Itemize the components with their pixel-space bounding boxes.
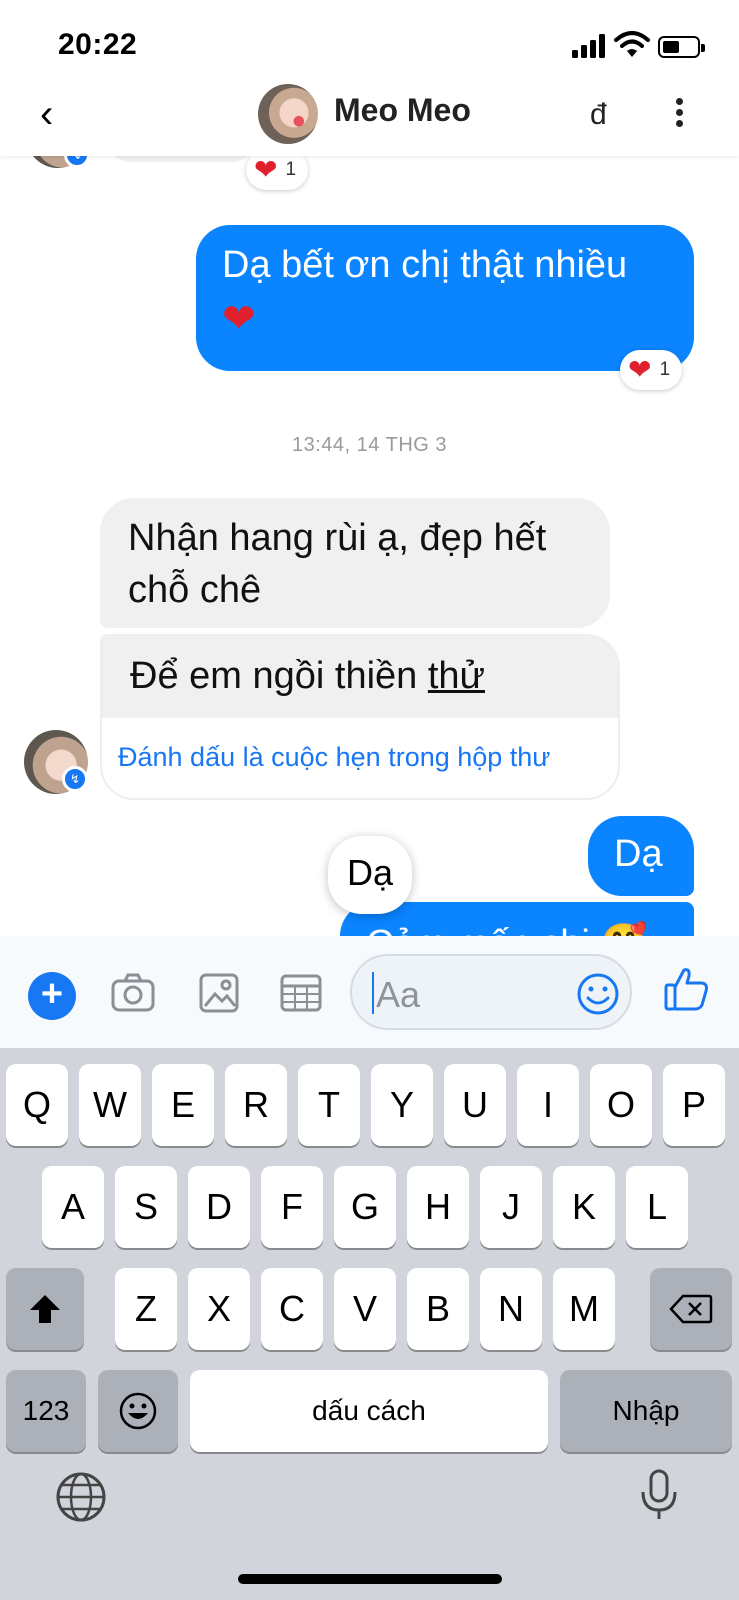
contact-avatar[interactable]	[258, 84, 318, 144]
emoji-icon	[119, 1392, 157, 1430]
key-o[interactable]: O	[590, 1064, 652, 1146]
incoming-message-bubble[interactable]: Để em ngồi thiền thử Đánh dấu là cuộc hẹ…	[100, 634, 620, 800]
key-n[interactable]: N	[480, 1268, 542, 1350]
message-list[interactable]: ↯ ❤ 1 Dạ bết ơn chị thật nhiều ❤ ❤ 1 13:…	[0, 156, 739, 936]
shift-key[interactable]	[6, 1268, 84, 1350]
backspace-icon	[669, 1294, 713, 1324]
key-b[interactable]: B	[407, 1268, 469, 1350]
underlined-word[interactable]: thử	[428, 655, 485, 697]
shift-icon	[30, 1295, 60, 1323]
key-c[interactable]: C	[261, 1268, 323, 1350]
previous-message-bubble[interactable]	[106, 156, 256, 162]
messenger-badge-icon: ↯	[62, 766, 88, 792]
key-z[interactable]: Z	[115, 1268, 177, 1350]
call-icon[interactable]: đ	[590, 98, 607, 132]
backspace-key[interactable]	[650, 1268, 732, 1350]
space-key[interactable]: dấu cách	[190, 1370, 548, 1452]
reaction-count: 1	[285, 159, 297, 180]
globe-icon[interactable]	[54, 1470, 108, 1524]
message-emoji: ❤	[222, 297, 256, 341]
floating-reply-bubble[interactable]: Dạ	[328, 836, 412, 914]
key-g[interactable]: G	[334, 1166, 396, 1248]
reaction-count: 1	[659, 359, 671, 380]
return-key[interactable]: Nhập	[560, 1370, 732, 1452]
key-k[interactable]: K	[553, 1166, 615, 1248]
key-h[interactable]: H	[407, 1166, 469, 1248]
key-q[interactable]: Q	[6, 1064, 68, 1146]
key-y[interactable]: Y	[371, 1064, 433, 1146]
message-text: Cảm mến chị 🥰	[366, 923, 648, 936]
key-d[interactable]: D	[188, 1166, 250, 1248]
message-text-line1: Nhận hang rùi ạ, đẹp hết	[128, 517, 547, 559]
camera-icon[interactable]	[110, 970, 156, 1016]
image-icon[interactable]	[196, 970, 242, 1016]
calendar-icon[interactable]	[278, 970, 324, 1016]
battery-icon	[658, 36, 705, 58]
heart-icon: ❤	[254, 156, 278, 185]
thumbs-up-icon[interactable]	[662, 964, 712, 1014]
message-text: Dạ bết ơn chị thật nhiều	[222, 244, 628, 286]
key-i[interactable]: I	[517, 1064, 579, 1146]
mark-appointment-link[interactable]: Đánh dấu là cuộc hẹn trong hộp thư	[102, 718, 618, 796]
key-v[interactable]: V	[334, 1268, 396, 1350]
numbers-key[interactable]: 123	[6, 1370, 86, 1452]
chat-header: ‹ Meo Meo đ	[0, 82, 739, 156]
key-u[interactable]: U	[444, 1064, 506, 1146]
wifi-icon	[614, 31, 650, 57]
keyboard: QWERTYUIOPASDFGHJKLZXCVBNM 123 dấu cách …	[0, 1048, 739, 1600]
messenger-screen: 20:22 ‹ Meo Meo đ ↯ ❤ 1 Dạ bết ơn chị th	[0, 0, 739, 1600]
heart-icon: ❤	[628, 354, 652, 385]
key-r[interactable]: R	[225, 1064, 287, 1146]
key-t[interactable]: T	[298, 1064, 360, 1146]
outgoing-message-bubble[interactable]: Dạ bết ơn chị thật nhiều ❤	[196, 225, 694, 371]
mic-icon[interactable]	[632, 1468, 686, 1522]
key-e[interactable]: E	[152, 1064, 214, 1146]
message-text-line2: chỗ chê	[128, 569, 262, 611]
key-l[interactable]: L	[626, 1166, 688, 1248]
key-x[interactable]: X	[188, 1268, 250, 1350]
input-placeholder: Aa	[376, 974, 421, 1015]
message-input[interactable]: Aa	[350, 954, 632, 1030]
home-indicator	[238, 1574, 502, 1584]
key-w[interactable]: W	[79, 1064, 141, 1146]
key-m[interactable]: M	[553, 1268, 615, 1350]
text-cursor	[372, 972, 374, 1014]
key-j[interactable]: J	[480, 1166, 542, 1248]
incoming-message-bubble[interactable]: Nhận hang rùi ạ, đẹp hết chỗ chê	[100, 498, 610, 628]
key-s[interactable]: S	[115, 1166, 177, 1248]
smile-icon[interactable]	[576, 972, 620, 1016]
emoji-key[interactable]	[98, 1370, 178, 1452]
status-bar: 20:22	[0, 0, 739, 82]
key-p[interactable]: P	[663, 1064, 725, 1146]
outgoing-message-bubble[interactable]: Dạ	[588, 816, 694, 896]
status-time: 20:22	[58, 28, 138, 61]
plus-icon[interactable]: +	[28, 972, 76, 1020]
message-text: Dạ	[614, 833, 663, 875]
reaction-chip[interactable]: ❤ 1	[246, 156, 309, 190]
key-a[interactable]: A	[42, 1166, 104, 1248]
key-f[interactable]: F	[261, 1166, 323, 1248]
composer-bar: + Aa	[0, 936, 739, 1048]
reaction-chip[interactable]: ❤ 1	[620, 350, 683, 390]
message-text: Để em ngồi thiền	[130, 655, 428, 697]
timestamp: 13:44, 14 THG 3	[292, 434, 447, 456]
back-icon[interactable]: ‹	[40, 94, 76, 136]
contact-name[interactable]: Meo Meo	[334, 92, 471, 129]
more-icon[interactable]	[674, 98, 684, 128]
signal-icon	[572, 34, 608, 58]
